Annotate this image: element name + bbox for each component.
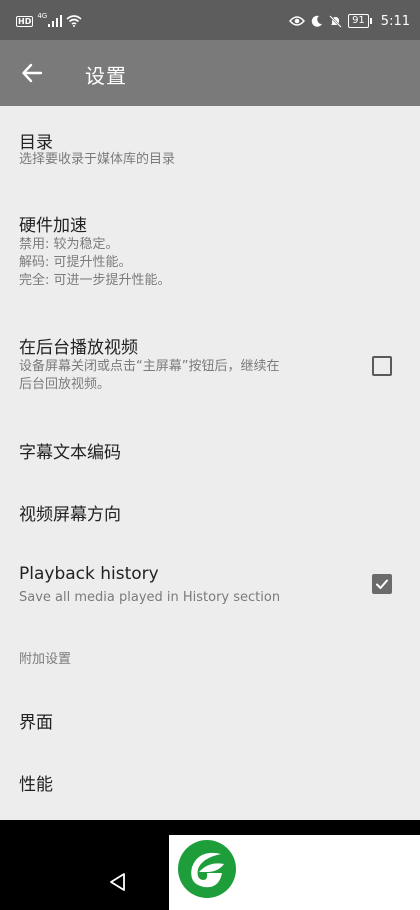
- arrow-left-icon: [22, 63, 43, 83]
- clock: 5:11: [380, 13, 410, 29]
- back-button[interactable]: [14, 55, 50, 91]
- status-bar: HD 4G 91 5:11: [0, 0, 420, 40]
- pref-title: 在后台播放视频: [19, 338, 138, 358]
- pref-interface[interactable]: 界面: [0, 686, 420, 748]
- page-title: 设置: [85, 64, 127, 88]
- pref-subtitle-encoding[interactable]: 字幕文本编码: [0, 416, 420, 478]
- pref-title: 界面: [19, 713, 53, 733]
- wifi-icon: [66, 15, 82, 27]
- app-bar: 设置: [0, 40, 420, 106]
- pref-screen-orientation[interactable]: 视频屏幕方向: [0, 478, 420, 542]
- triangle-back-icon: [110, 873, 125, 891]
- status-right: 91 5:11: [289, 12, 410, 30]
- signal-icon: [48, 15, 63, 27]
- settings-list: 目录 选择要收录于媒体库的目录 硬件加速 禁用: 较为稳定。 解码: 可提升性能…: [0, 106, 420, 820]
- pref-performance[interactable]: 性能: [0, 748, 420, 814]
- eye-icon: [289, 16, 306, 26]
- pref-title: 目录: [19, 133, 53, 153]
- pref-hardware-acceleration[interactable]: 硬件加速 禁用: 较为稳定。 解码: 可提升性能。 完全: 可进一步提升性能。: [0, 184, 420, 316]
- watermark-overlay: [169, 835, 420, 910]
- nav-back-button[interactable]: [108, 872, 128, 896]
- playback-history-checkbox[interactable]: [372, 574, 392, 594]
- category-extra-settings: 附加设置: [19, 652, 72, 667]
- pref-summary: 禁用: 较为稳定。 解码: 可提升性能。 完全: 可进一步提升性能。: [19, 237, 171, 288]
- mute-bell-icon: [329, 14, 342, 28]
- network-type: 4G: [37, 12, 48, 20]
- checkmark-icon: [376, 579, 388, 589]
- pref-title: Playback history: [19, 564, 159, 584]
- pref-summary: 设备屏幕关闭或点击“主屏幕”按钮后，继续在 后台回放视频。: [19, 359, 280, 392]
- green-leaf-logo-icon: [178, 840, 236, 898]
- pref-title: 视频屏幕方向: [19, 505, 121, 525]
- background-playback-checkbox[interactable]: [372, 356, 392, 376]
- pref-background-playback[interactable]: 在后台播放视频 设备屏幕关闭或点击“主屏幕”按钮后，继续在 后台回放视频。: [0, 316, 420, 416]
- pref-title: 性能: [19, 775, 53, 795]
- status-left: HD 4G: [16, 12, 82, 29]
- pref-directories[interactable]: 目录 选择要收录于媒体库的目录: [0, 106, 420, 184]
- battery-indicator: 91: [348, 14, 372, 28]
- pref-summary: 选择要收录于媒体库的目录: [19, 152, 176, 167]
- moon-icon: [311, 15, 323, 27]
- pref-summary: Save all media played in History section: [19, 590, 281, 605]
- pref-playback-history[interactable]: Playback history Save all media played i…: [0, 542, 420, 634]
- pref-title: 硬件加速: [19, 216, 87, 236]
- pref-title: 字幕文本编码: [19, 443, 121, 463]
- hd-badge: HD: [16, 15, 34, 27]
